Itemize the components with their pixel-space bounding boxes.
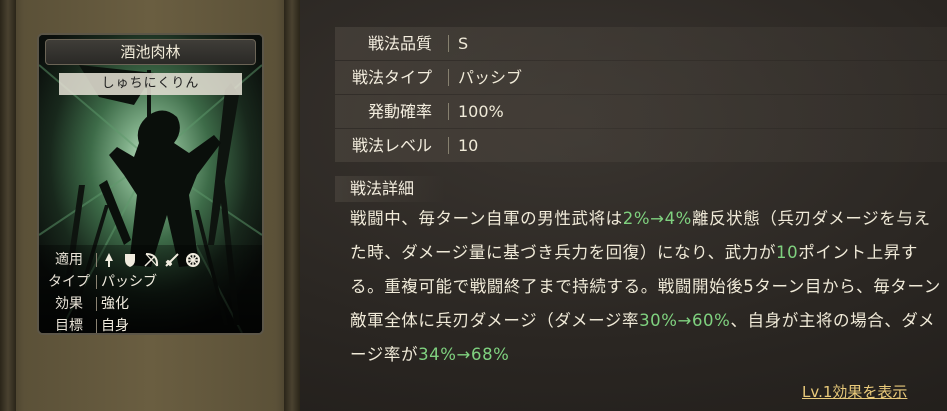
sword-icon bbox=[164, 252, 180, 268]
info-row-target: 目標 自身 bbox=[43, 315, 257, 334]
detail-description: 戦闘中、毎ターン自軍の男性武将は2%→4%離反状態（兵刃ダメージを与えた時、ダメ… bbox=[350, 202, 947, 372]
skill-name-title: 酒池肉林 bbox=[45, 39, 256, 65]
info-value-target: 自身 bbox=[101, 318, 129, 334]
apply-unit-icons bbox=[101, 252, 201, 268]
stat-value-probability: 100% bbox=[458, 102, 504, 121]
stat-row-probability: 発動確率 100% bbox=[335, 95, 947, 128]
info-row-effect: 効果 強化 bbox=[43, 293, 257, 315]
info-value-effect: 強化 bbox=[101, 296, 129, 312]
bow-icon bbox=[143, 252, 159, 268]
siege-icon bbox=[185, 252, 201, 268]
shield-icon bbox=[122, 252, 138, 268]
stat-label-quality: 戦法品質 bbox=[367, 34, 432, 53]
skill-card-info: 適用 タイプ パッシブ 効果 強化 目標 自身 bbox=[39, 245, 262, 334]
skill-name-reading: しゅちにくりん bbox=[59, 73, 242, 95]
info-label-target: 目標 bbox=[55, 318, 83, 334]
detail-heading: 戦法詳細 bbox=[335, 176, 445, 202]
spear-icon bbox=[101, 252, 117, 268]
info-row-type: タイプ パッシブ bbox=[43, 271, 257, 293]
detail-description-box: 戦闘中、毎ターン自軍の男性武将は2%→4%離反状態（兵刃ダメージを与えた時、ダメ… bbox=[335, 202, 947, 382]
stat-row-quality: 戦法品質 S bbox=[335, 27, 947, 60]
show-lv1-effect-link[interactable]: Lv.1効果を表示 bbox=[802, 381, 907, 402]
info-label-apply: 適用 bbox=[55, 252, 83, 268]
detail-highlight: 30%→60% bbox=[639, 311, 731, 330]
info-row-apply: 適用 bbox=[43, 249, 257, 271]
stat-row-type: 戦法タイプ パッシブ bbox=[335, 61, 947, 94]
stat-value-quality: S bbox=[458, 34, 469, 53]
stat-value-level: 10 bbox=[458, 136, 479, 155]
detail-highlight: 10 bbox=[776, 243, 799, 262]
detail-highlight: 34%→68% bbox=[418, 345, 510, 364]
detail-part: 戦闘中、毎ターン自軍の男性武将は bbox=[350, 209, 623, 228]
info-label-type: タイプ bbox=[48, 274, 90, 290]
skill-scroll-panel: 酒池肉林 しゅちにくりん 適用 タイプ パッシブ 効果 強化 目標 自身 bbox=[0, 0, 300, 411]
info-value-type: パッシブ bbox=[101, 274, 157, 290]
stat-label-level: 戦法レベル bbox=[351, 136, 432, 155]
stat-value-type: パッシブ bbox=[458, 68, 523, 87]
info-label-effect: 効果 bbox=[55, 296, 83, 312]
stat-row-level: 戦法レベル 10 bbox=[335, 129, 947, 162]
detail-highlight: 2%→4% bbox=[622, 209, 692, 228]
stat-label-probability: 発動確率 bbox=[367, 102, 432, 121]
stat-label-type: 戦法タイプ bbox=[351, 68, 432, 87]
skill-card: 酒池肉林 しゅちにくりん 適用 タイプ パッシブ 効果 強化 目標 自身 bbox=[37, 33, 264, 335]
